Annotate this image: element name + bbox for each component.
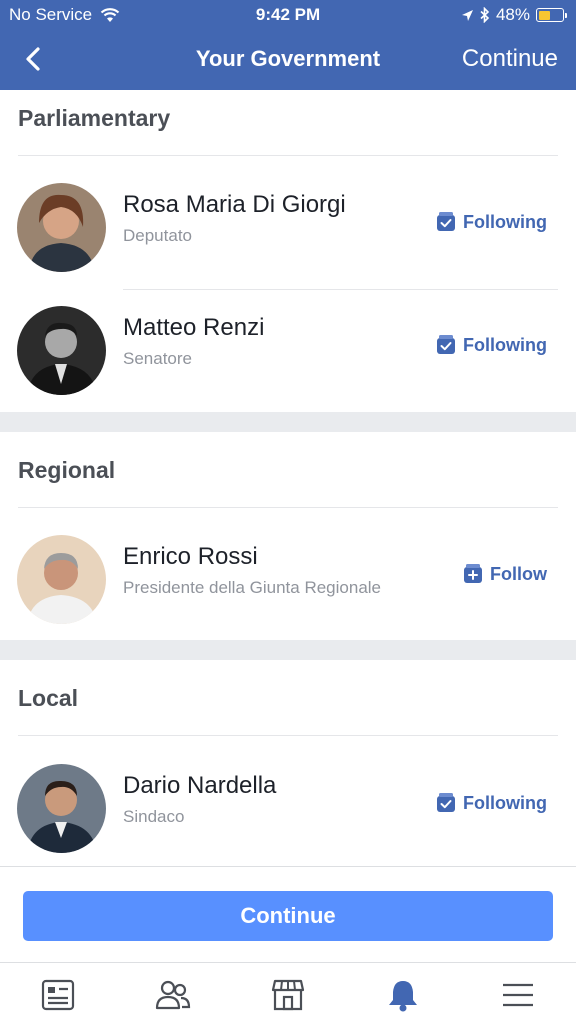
continue-button[interactable]: Continue <box>23 891 553 941</box>
bottom-cta-area: Continue <box>0 866 576 962</box>
section-divider <box>18 735 558 736</box>
following-button[interactable]: Following <box>435 792 547 814</box>
person-role: Sindaco <box>123 807 185 826</box>
avatar <box>17 764 106 853</box>
follow-label: Follow <box>490 563 547 584</box>
person-role: Presidente della Giunta Regionale <box>123 578 382 597</box>
section-title: Local <box>18 685 79 711</box>
tab-bar <box>0 962 576 1024</box>
person-name: Matteo Renzi <box>123 314 265 341</box>
avatar <box>17 183 106 272</box>
person-name: Dario Nardella <box>123 772 277 799</box>
status-bar: No Service 9:42 PM 48% <box>0 0 576 30</box>
following-check-icon <box>437 212 456 231</box>
person-name: Rosa Maria Di Giorgi <box>123 191 346 218</box>
following-check-icon <box>437 793 456 812</box>
following-label: Following <box>463 334 547 355</box>
location-icon <box>461 9 473 21</box>
friends-icon[interactable] <box>155 977 191 1013</box>
section-regional: Regional Enrico Rossi Presidente della G… <box>0 432 576 640</box>
section-divider <box>18 507 558 508</box>
nav-continue-button[interactable]: Continue <box>462 45 558 73</box>
section-title: Parliamentary <box>18 105 171 131</box>
marketplace-icon[interactable] <box>270 977 306 1013</box>
following-button[interactable]: Following <box>435 211 547 233</box>
following-label: Following <box>463 792 547 813</box>
section-local: Local Dario Nardella Sindaco Following <box>0 660 576 866</box>
section-parliamentary: Parliamentary Rosa Maria Di Giorgi Deput… <box>0 90 576 412</box>
list-item: Dario Nardella Sindaco Following <box>0 744 576 854</box>
avatar <box>17 535 106 624</box>
list-item: Enrico Rossi Presidente della Giunta Reg… <box>0 515 576 625</box>
bluetooth-icon <box>480 7 490 23</box>
section-divider <box>18 155 558 156</box>
person-name: Enrico Rossi <box>123 543 258 570</box>
battery-icon <box>536 8 567 22</box>
following-label: Following <box>463 211 547 232</box>
navigation-bar: Your Government Continue <box>0 30 576 90</box>
avatar <box>17 306 106 395</box>
news-feed-icon[interactable] <box>40 977 76 1013</box>
list-item: Matteo Renzi Senatore Following <box>0 286 576 396</box>
notifications-icon[interactable] <box>385 977 421 1013</box>
person-role: Senatore <box>123 349 192 368</box>
follow-plus-icon <box>464 564 482 583</box>
follow-button[interactable]: Follow <box>462 563 547 585</box>
following-button[interactable]: Following <box>435 334 547 356</box>
list-item: Rosa Maria Di Giorgi Deputato Following <box>0 163 576 273</box>
battery-percent: 48% <box>495 5 530 24</box>
menu-icon[interactable] <box>500 977 536 1013</box>
app-header: No Service 9:42 PM 48% Your Government C… <box>0 0 576 90</box>
person-role: Deputato <box>123 226 192 245</box>
status-right: 48% <box>461 5 567 25</box>
battery-level <box>538 10 550 20</box>
following-check-icon <box>437 335 456 354</box>
section-title: Regional <box>18 457 116 483</box>
